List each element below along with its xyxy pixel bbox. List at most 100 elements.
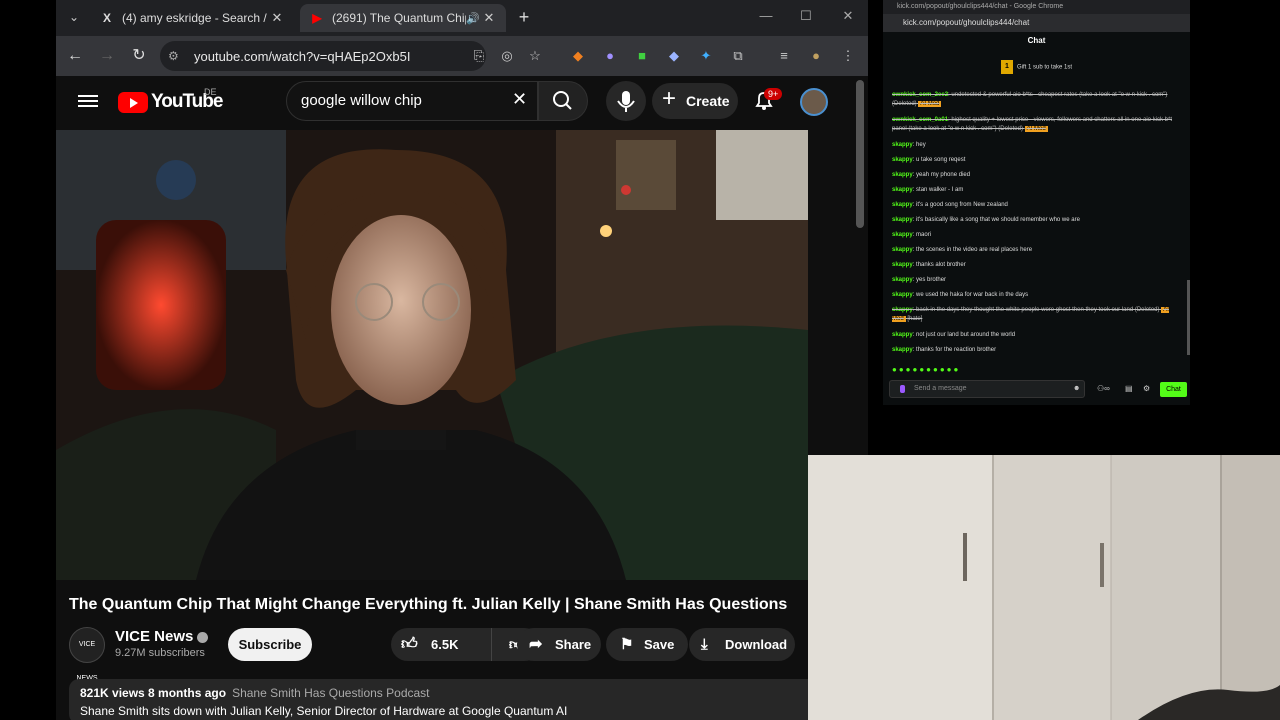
chat-message: skappy: u take song reqest [892,156,1182,165]
page-scrollbar[interactable] [856,80,864,228]
extension-blue-icon[interactable]: ✦ [695,45,717,67]
send-chat-button[interactable]: Chat [1160,382,1187,397]
close-tab-icon[interactable]: ✕ [270,10,284,26]
chat-username[interactable]: skappy [892,202,913,208]
chat-message: skappy: not just our land but around the… [892,331,1182,340]
tab-search-icon[interactable]: ⌄ [64,6,84,28]
settings-gear-icon[interactable]: ⚙ [1143,384,1150,393]
search-button[interactable] [538,81,588,121]
chat-message: skappy: thanks for the reaction brother [892,346,1182,355]
stats-icon[interactable]: ⚇∞ [1097,384,1110,393]
emoji-icon[interactable]: ☻ [1073,385,1080,392]
chat-message: skappy: maori [892,231,1182,240]
youtube-browser-window: ⌄ X (4) amy eskridge - Search / X ✕ ▶ (2… [56,0,868,720]
profile-icon[interactable]: ● [805,45,827,67]
chat-message: skappy: it's a good song from New zealan… [892,201,1182,210]
chat-username[interactable]: skappy [892,172,913,178]
install-app-icon[interactable]: ⎘ [468,45,490,67]
kick-window-titlebar: kick.com/popout/ghoulclips444/chat - Goo… [883,0,1190,14]
chat-username[interactable]: skappy [892,142,913,148]
site-info-icon[interactable]: ⚙ [168,49,184,63]
back-icon[interactable]: ← [62,43,88,69]
reload-icon[interactable]: ↻ [126,43,152,69]
eye-off-icon[interactable]: ◎ [496,45,518,67]
like-count: 6.5K [431,637,459,652]
chat-username[interactable]: skappy [892,277,913,283]
moderation-reason: [hate] [907,316,923,322]
chat-username[interactable]: skappy [892,332,913,338]
channel-name-text[interactable]: VICE News [115,628,193,645]
youtube-logo-icon[interactable] [118,92,148,113]
chat-message: ownkick_com_0a01: highest quality + lowe… [892,116,1182,134]
speaker-icon[interactable]: 🔊 [466,12,482,25]
maximize-icon[interactable]: ☐ [796,8,816,24]
download-button[interactable]: ⤓ Download [689,628,795,661]
chat-username[interactable]: skappy [892,232,913,238]
chat-username[interactable]: skappy [892,187,913,193]
media-controls-icon[interactable]: ≡ [773,45,795,67]
subscribe-button[interactable]: Subscribe [228,628,312,661]
gift-sub-banner[interactable]: 1 Gift 1 sub to take 1st [883,60,1190,74]
account-avatar[interactable] [800,88,828,116]
thumbs-up-icon: 👍︎ [401,636,418,653]
channel-name[interactable]: VICE News [115,628,209,645]
share-label: Share [555,637,592,652]
save-button[interactable]: ⚑ Save [606,628,688,661]
chat-username[interactable]: skappy [892,262,913,268]
browser-toolbar: ← → ↻ ⚙ youtube.com/watch?v=qHAEp2Oxb5I … [56,36,868,76]
extension-icon[interactable]: ● [599,45,621,67]
extension-green-icon[interactable]: ■ [631,45,653,67]
bookmark-icon: ⚑ [620,636,634,653]
chat-username[interactable]: skappy [892,292,913,298]
chat-text: yeah my phone died [916,172,971,178]
video-player[interactable] [56,130,808,580]
ai-mod-badge: AI Mod [918,101,942,107]
tab-x-search[interactable]: X (4) amy eskridge - Search / X ✕ [90,4,294,32]
tab-youtube-video[interactable]: ▶ (2691) The Quantum Chip T 🔊 ✕ [300,4,506,32]
search-icon [553,91,572,110]
extensions-puzzle-icon[interactable]: ⧉ [727,45,749,67]
bookmark-star-icon[interactable]: ☆ [524,45,546,67]
chat-username[interactable]: skappy [892,247,913,253]
gift-icon[interactable]: ▤ [1125,384,1133,393]
channel-avatar[interactable]: VICE NEWS [69,627,105,682]
chrome-menu-icon[interactable]: ⋮ [837,45,859,67]
chat-scrollbar[interactable] [1187,280,1190,355]
share-button[interactable]: ➦ Share [517,628,601,661]
chat-username[interactable]: skappy [892,157,913,163]
chat-message-input[interactable]: Send a message [889,380,1085,398]
kick-address-bar[interactable]: kick.com/popout/ghoulclips444/chat [883,14,1190,32]
chat-message: skappy: the scenes in the video are real… [892,246,1182,255]
chat-username[interactable]: skappy [892,347,913,353]
close-tab-icon[interactable]: ✕ [482,10,496,26]
forward-icon[interactable]: → [94,43,120,69]
clear-search-icon[interactable]: ✕ [512,89,527,110]
chat-username[interactable]: ownkick_com_0a01 [892,117,948,123]
extension-gem-icon[interactable]: ◆ [663,45,685,67]
verified-icon [197,631,209,643]
chat-text: u take song reqest [916,157,966,163]
chat-message: skappy: hey [892,141,1182,150]
chat-message: skappy: yeah my phone died [892,171,1182,180]
video-frame-image [56,130,808,580]
voice-search-button[interactable] [606,81,646,121]
chat-text: not just our land but around the world [916,332,1016,338]
new-tab-button[interactable]: + [514,8,534,28]
emote-bar[interactable]: ●●●●●●●●●● [892,365,960,374]
address-bar[interactable]: ⚙ youtube.com/watch?v=qHAEp2Oxb5I [160,41,486,71]
like-button[interactable]: 👍︎ 6.5K [391,628,491,661]
webcam-feed-image [808,455,1280,720]
podcast-link[interactable]: Shane Smith Has Questions Podcast [232,686,429,700]
search-input[interactable]: google willow chip [286,81,538,121]
video-title: The Quantum Chip That Might Change Every… [69,596,788,613]
menu-icon[interactable] [78,92,98,110]
metamask-icon[interactable]: ◆ [567,45,589,67]
description-box[interactable]: 821K views 8 months ago Shane Smith Has Q… [69,679,829,720]
chat-username[interactable]: skappy [892,217,913,223]
microphone-icon [617,91,635,112]
create-button[interactable]: Create [652,81,738,119]
minimize-icon[interactable]: — [756,8,776,23]
chat-username[interactable]: skappy [892,307,913,313]
chat-username[interactable]: ownkick_com_2ee2 [892,92,948,98]
close-window-icon[interactable]: ✕ [838,8,858,24]
